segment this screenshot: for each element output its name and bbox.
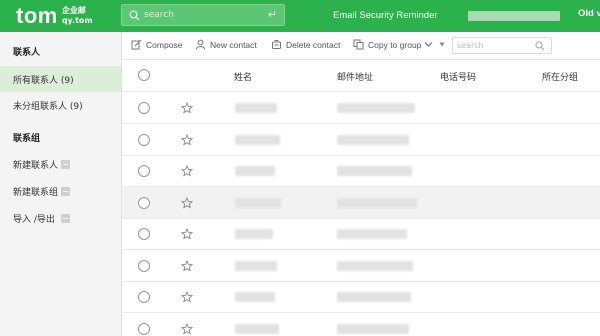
sidebar-item-label: 导入 /导出: [13, 214, 55, 225]
user-account-redacted[interactable]: [468, 11, 560, 21]
row-checkbox[interactable]: [138, 322, 150, 335]
star-icon[interactable]: [181, 228, 193, 240]
import-export-icon: [60, 213, 70, 223]
row-checkbox[interactable]: [138, 165, 150, 177]
add-icon: [61, 186, 71, 196]
copy-icon: [353, 39, 364, 50]
delete-contact-label: Delete contact: [286, 39, 341, 50]
sidebar-section-groups: 联系组: [13, 133, 41, 144]
select-all-checkbox[interactable]: [138, 69, 150, 81]
row-checkbox[interactable]: [138, 291, 150, 303]
contact-search-input[interactable]: [457, 41, 531, 50]
contact-name-redacted: [235, 166, 275, 176]
delete-icon: [272, 40, 281, 49]
logo-sub-line2: qy.tom: [61, 16, 93, 25]
table-row[interactable]: [122, 124, 600, 156]
table-row[interactable]: [122, 281, 600, 313]
compose-icon: [131, 39, 142, 50]
compose-button[interactable]: Compose: [131, 39, 182, 50]
logo-subtitle: 企业邮 qy.tom: [62, 6, 93, 26]
contact-name-redacted: [235, 103, 277, 113]
table-row[interactable]: [122, 92, 600, 124]
sidebar-item-label: 新建联系组: [13, 187, 59, 198]
new-contact-button[interactable]: New contact: [195, 39, 257, 50]
chevron-down-icon: [425, 42, 433, 47]
security-reminder-link[interactable]: Email Security Reminder: [333, 10, 438, 21]
search-icon[interactable]: [535, 41, 545, 54]
sidebar-item-new-group[interactable]: 新建联系组: [0, 178, 121, 204]
table-row[interactable]: [122, 218, 600, 250]
new-contact-label: New contact: [210, 39, 257, 50]
star-icon[interactable]: [181, 259, 193, 272]
sidebar-item-ungrouped-contacts[interactable]: 未分组联系人 (9): [0, 92, 121, 118]
logo-text: tom: [16, 3, 58, 28]
sidebar-section-contacts: 联系人: [13, 47, 41, 58]
star-icon[interactable]: [181, 102, 193, 114]
search-icon: [127, 8, 141, 22]
column-header-email[interactable]: 邮件地址: [337, 70, 373, 83]
contact-email-redacted: [337, 134, 409, 145]
contact-name-redacted: [235, 134, 280, 145]
sidebar: 联系人 所有联系人 (9) 未分组联系人 (9) 联系组 新建联系人 新建联系组…: [0, 32, 122, 336]
contact-search[interactable]: [452, 37, 552, 54]
contact-email-redacted: [337, 197, 417, 208]
top-header: tom 企业邮 qy.tom ↵ Email Security Reminder…: [0, 0, 600, 32]
column-header-name[interactable]: 姓名: [234, 70, 252, 83]
add-icon: [61, 159, 71, 169]
logo-sub-line1: 企业邮: [61, 6, 86, 15]
table-header: 姓名 邮件地址 电话号码 所在分组: [122, 60, 600, 92]
old-version-link[interactable]: Old v: [578, 8, 600, 19]
table-row[interactable]: [122, 250, 600, 282]
star-icon[interactable]: [181, 322, 193, 335]
copy-to-group-label: Copy to group: [368, 39, 422, 50]
contact-name-redacted: [235, 197, 281, 208]
global-search-input[interactable]: [144, 10, 254, 20]
row-checkbox[interactable]: [138, 228, 150, 240]
contact-name-redacted: [235, 292, 275, 302]
star-icon[interactable]: [181, 165, 193, 177]
table-row[interactable]: [122, 186, 600, 219]
user-icon: [195, 39, 206, 50]
delete-contact-button[interactable]: Delete contact: [271, 39, 340, 50]
column-header-phone[interactable]: 电话号码: [440, 70, 476, 83]
dropdown-caret-icon: [439, 42, 445, 47]
global-search[interactable]: ↵: [121, 4, 285, 26]
contact-email-redacted: [337, 103, 415, 113]
contact-email-redacted: [337, 260, 413, 271]
contact-email-redacted: [337, 229, 407, 239]
sidebar-item-import-export[interactable]: 导入 /导出: [0, 205, 121, 231]
toolbar: Compose New contact Delete contact Copy …: [122, 32, 600, 60]
row-checkbox[interactable]: [138, 196, 150, 209]
sidebar-item-all-contacts[interactable]: 所有联系人 (9): [0, 66, 121, 92]
sidebar-item-new-contact[interactable]: 新建联系人: [0, 151, 121, 177]
table-row[interactable]: [122, 155, 600, 187]
compose-label: Compose: [146, 39, 183, 50]
star-icon[interactable]: [181, 133, 193, 146]
table-row[interactable]: [122, 313, 600, 336]
column-header-group[interactable]: 所在分组: [542, 70, 578, 83]
contact-name-redacted: [235, 229, 273, 239]
contact-name-redacted: [235, 260, 277, 271]
contact-email-redacted: [337, 166, 412, 176]
copy-to-group-button[interactable]: Copy to group: [353, 39, 449, 50]
star-icon[interactable]: [181, 196, 193, 209]
row-checkbox[interactable]: [138, 133, 150, 146]
row-checkbox[interactable]: [138, 102, 150, 114]
contact-email-redacted: [337, 292, 411, 302]
contact-email-redacted: [337, 323, 409, 334]
star-icon[interactable]: [181, 291, 193, 303]
row-checkbox[interactable]: [138, 259, 150, 272]
sidebar-item-label: 新建联系人: [13, 160, 59, 171]
contact-name-redacted: [235, 323, 279, 334]
enter-icon[interactable]: ↵: [268, 9, 277, 21]
logo[interactable]: tom 企业邮 qy.tom: [16, 2, 93, 30]
